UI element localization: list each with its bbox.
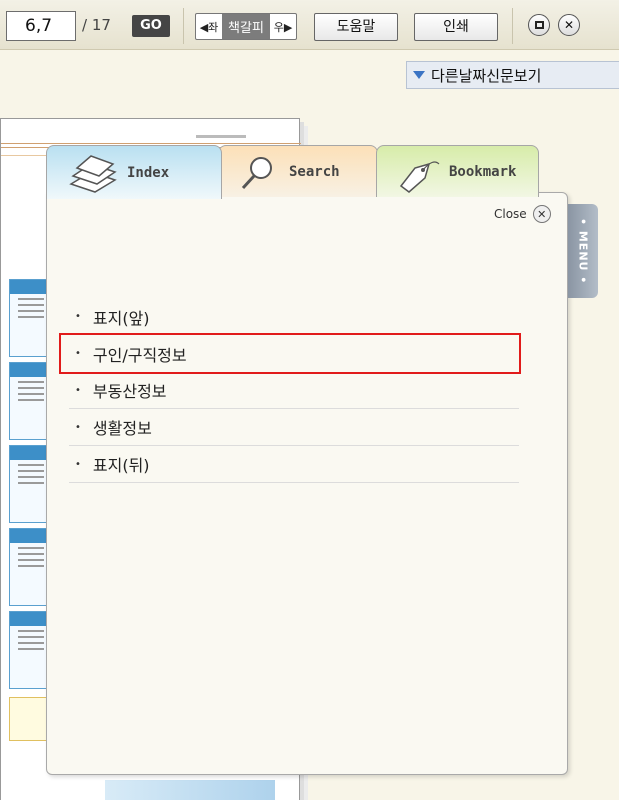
bullet-icon: • (75, 311, 81, 322)
divider (1, 143, 301, 144)
toolbar-divider (512, 8, 513, 44)
close-window-button[interactable]: ✕ (558, 14, 580, 36)
x-icon: ✕ (563, 18, 575, 32)
bookmark-next-button[interactable]: 우▶ (270, 14, 296, 39)
bullet-icon: • (75, 421, 81, 433)
bookmark-prev-button[interactable]: ◀좌 (196, 14, 222, 39)
index-item-selected[interactable]: • 구인/구직정보 (59, 333, 521, 374)
magnifier-icon (241, 156, 272, 189)
newspaper-ad-box (9, 362, 49, 440)
index-item-label: 표지(앞) (92, 308, 150, 328)
tab-bookmark-label: Bookmark (449, 163, 517, 180)
other-days-newspaper-link[interactable]: 다른날짜신문보기 (406, 61, 619, 89)
newspaper-date-line (196, 135, 246, 138)
newspaper-ad-box (9, 697, 49, 741)
index-item[interactable]: • 생활정보 (69, 409, 519, 446)
bookmark-navigator: ◀좌 책갈피 우▶ (195, 13, 297, 40)
newspaper-ad-box (9, 611, 49, 689)
bullet-icon: • (75, 384, 81, 396)
newspaper-bottom-banner (105, 780, 275, 800)
index-item[interactable]: • 표지(앞) (69, 298, 519, 335)
index-item-label: 부동산정보 (92, 382, 167, 401)
panel-close-button[interactable]: Close ✕ (494, 205, 551, 223)
newspaper-ad-box (9, 445, 49, 523)
index-item[interactable]: • 부동산정보 (69, 372, 519, 409)
help-button[interactable]: 도움말 (314, 13, 398, 41)
viewer-toolbar: 6,7 / 17 GO ◀좌 책갈피 우▶ 도움말 인쇄 ✕ (0, 0, 619, 50)
toolbar-divider (183, 8, 184, 44)
tab-search[interactable]: Search (218, 145, 378, 197)
index-item[interactable]: • 표지(뒤) (69, 446, 519, 483)
close-label: Close (494, 207, 527, 221)
index-item-label: 구인/구직정보 (92, 345, 187, 365)
menu-label: • MENU • (576, 217, 590, 285)
print-button[interactable]: 인쇄 (414, 13, 498, 41)
go-button[interactable]: GO (132, 15, 170, 37)
newspaper-ad-box (9, 528, 49, 606)
page-number-input[interactable]: 6,7 (6, 11, 76, 41)
tab-search-label: Search (289, 163, 340, 180)
tab-index-label: Index (127, 164, 170, 181)
other-days-label: 다른날짜신문보기 (431, 66, 542, 85)
tab-index[interactable]: Index (46, 145, 222, 199)
tag-icon (399, 160, 440, 193)
index-panel (46, 192, 568, 775)
newspaper-ad-box (9, 279, 49, 357)
paper-stack-icon (69, 154, 117, 193)
triangle-down-icon (413, 71, 425, 79)
restore-window-button[interactable] (528, 14, 550, 36)
bullet-icon: • (75, 458, 81, 470)
index-item-label: 표지(뒤) (92, 456, 150, 475)
index-list: • 표지(앞) • 구인/구직정보 • 부동산정보 • 생활정보 • 표지(뒤) (59, 298, 521, 483)
bullet-icon: • (75, 348, 81, 359)
page-total-label: / 17 (82, 16, 111, 34)
close-icon: ✕ (532, 205, 551, 223)
side-menu-tab[interactable]: • MENU • (568, 204, 598, 298)
bookmark-label: 책갈피 (222, 14, 270, 39)
tab-bookmark[interactable]: Bookmark (376, 145, 539, 197)
square-icon (534, 21, 544, 29)
index-item-label: 생활정보 (92, 419, 152, 438)
